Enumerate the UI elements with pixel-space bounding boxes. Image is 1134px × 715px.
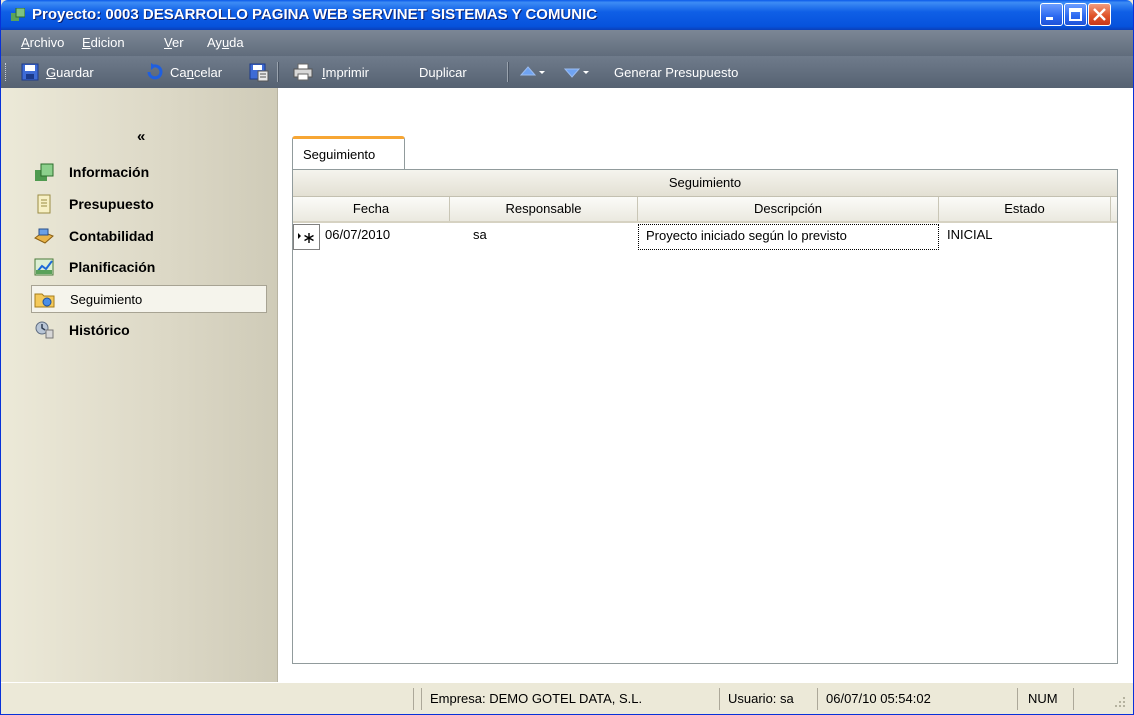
cell-fecha[interactable]: 06/07/2010 (325, 224, 390, 250)
chevron-down-icon (583, 71, 589, 74)
toolbar-separator (277, 62, 279, 82)
generar-presupuesto-button[interactable]: Generar Presupuesto (614, 62, 738, 82)
cancelar-button[interactable]: Cancelar (145, 62, 222, 82)
sidebar-item-planificacion[interactable]: Planificación (31, 255, 267, 279)
menu-ver[interactable]: Ver (164, 35, 184, 50)
menu-bar: Archivo Edicion Ver Ayuda (1, 30, 1133, 56)
grid-group-header: Seguimiento (293, 170, 1117, 197)
app-icon (11, 8, 25, 21)
nav-up-dropdown[interactable] (519, 62, 547, 82)
save-as-button[interactable] (249, 62, 269, 82)
info-icon (35, 163, 54, 181)
tab-seguimiento[interactable]: Seguimiento (292, 136, 405, 170)
status-usuario: Usuario: sa (719, 688, 817, 710)
document-icon (37, 194, 51, 214)
column-header-responsable[interactable]: Responsable (450, 197, 638, 221)
status-num: NUM (1017, 688, 1073, 710)
arrow-up-icon (519, 66, 537, 76)
menu-ayuda[interactable]: Ayuda (207, 35, 244, 50)
application-window: Proyecto: 0003 DESARROLLO PAGINA WEB SER… (0, 0, 1134, 715)
cell-estado[interactable]: INICIAL (947, 224, 993, 250)
column-header-fecha[interactable]: Fecha (293, 197, 450, 221)
window-title: Proyecto: 0003 DESARROLLO PAGINA WEB SER… (32, 6, 598, 23)
duplicar-button[interactable]: Duplicar (419, 62, 467, 82)
history-icon (35, 321, 54, 339)
sidebar-item-presupuesto[interactable]: Presupuesto (31, 192, 267, 216)
save-icon (21, 63, 39, 81)
status-pane-empty-2 (1073, 688, 1103, 710)
sidebar-item-contabilidad[interactable]: Contabilidad (31, 224, 267, 248)
sidebar: « Información Presupuesto Contabilidad P… (1, 88, 278, 682)
sidebar-item-informacion[interactable]: Información (31, 160, 267, 184)
status-datetime: 06/07/10 05:54:02 (817, 688, 969, 710)
arrow-down-icon (563, 68, 581, 78)
maximize-button[interactable] (1064, 3, 1087, 26)
folder-icon (34, 293, 55, 308)
title-bar[interactable]: Proyecto: 0003 DESARROLLO PAGINA WEB SER… (1, 0, 1133, 30)
column-header-estado[interactable]: Estado (939, 197, 1111, 221)
minimize-button[interactable] (1040, 3, 1063, 26)
undo-icon (147, 63, 163, 80)
save-as-icon (249, 63, 269, 82)
close-button[interactable] (1088, 3, 1111, 26)
status-pane-empty (413, 688, 421, 710)
menu-edicion[interactable]: Edicion (82, 35, 125, 50)
imprimir-button[interactable]: Imprimir (293, 62, 369, 82)
toolbar-grip[interactable] (5, 63, 9, 81)
collapse-sidebar-button[interactable]: « (137, 128, 145, 145)
sidebar-item-seguimiento[interactable]: Seguimiento (31, 285, 267, 313)
sidebar-item-historico[interactable]: Histórico (31, 318, 267, 342)
chart-icon (34, 258, 54, 276)
chevron-down-icon (539, 71, 545, 74)
toolbar: Guardar Cancelar Imprimir Duplicar Gener… (1, 56, 1133, 88)
main-content: Seguimiento Seguimiento Fecha Responsabl… (278, 88, 1133, 682)
printer-icon (293, 63, 313, 81)
nav-down-dropdown[interactable] (563, 62, 591, 82)
cell-responsable[interactable]: sa (473, 224, 487, 250)
accounting-icon (34, 228, 54, 244)
toolbar-separator (507, 62, 509, 82)
table-row[interactable]: 06/07/2010 sa Proyecto iniciado según lo… (293, 224, 1117, 250)
minimize-icon (1046, 17, 1053, 20)
seguimiento-grid: Seguimiento Fecha Responsable Descripció… (292, 169, 1118, 664)
new-row-asterisk-icon (298, 233, 314, 243)
grid-column-headers: Fecha Responsable Descripción Estado (293, 197, 1117, 223)
maximize-icon (1069, 8, 1082, 21)
close-icon (1093, 8, 1106, 21)
status-bar: Empresa: DEMO GOTEL DATA, S.L. Usuario: … (1, 682, 1133, 714)
new-row-indicator[interactable] (293, 224, 320, 250)
status-empresa: Empresa: DEMO GOTEL DATA, S.L. (421, 688, 719, 710)
guardar-button[interactable]: Guardar (21, 62, 94, 82)
menu-archivo[interactable]: Archivo (21, 35, 64, 50)
column-header-descripcion[interactable]: Descripción (638, 197, 939, 221)
cell-descripcion[interactable]: Proyecto iniciado según lo previsto (638, 224, 939, 250)
resize-grip-icon[interactable] (1113, 695, 1127, 709)
